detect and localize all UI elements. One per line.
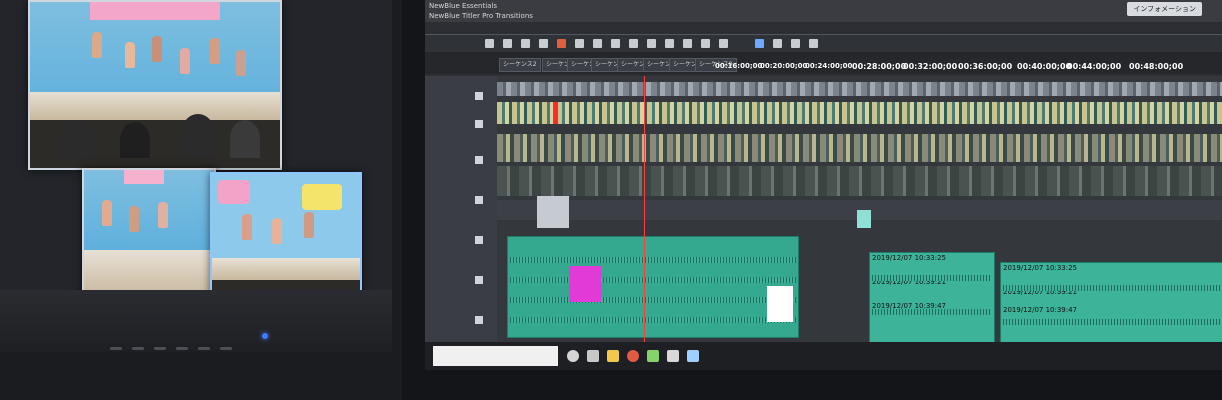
track-headers	[425, 76, 497, 342]
browser-icon[interactable]	[627, 350, 639, 362]
sync-icon[interactable]	[683, 39, 692, 48]
tab-sequence-2[interactable]: シーケンス2	[499, 58, 541, 72]
toolbar	[425, 34, 1222, 53]
redo-icon[interactable]	[593, 39, 602, 48]
video-track-4[interactable]	[497, 166, 1222, 196]
audio-clip-group-1[interactable]	[507, 236, 799, 338]
snap-icon[interactable]	[647, 39, 656, 48]
playhead[interactable]	[644, 76, 645, 342]
cut-icon[interactable]	[485, 39, 494, 48]
monitor-icon[interactable]	[755, 39, 764, 48]
selected-clip[interactable]	[569, 266, 601, 302]
power-led	[262, 333, 268, 339]
export-icon[interactable]	[809, 39, 818, 48]
track-lock-7[interactable]	[475, 316, 483, 324]
undo-icon[interactable]	[575, 39, 584, 48]
video-track-3[interactable]	[497, 134, 1222, 162]
ripple-icon[interactable]	[629, 39, 638, 48]
clip-block-gray[interactable]	[537, 196, 569, 228]
menu-bar: NewBlue Essentials NewBlue Titler Pro Tr…	[425, 0, 1222, 22]
editor-screen: NewBlue Essentials NewBlue Titler Pro Tr…	[425, 0, 1222, 370]
information-button[interactable]: インフォメーション	[1127, 2, 1202, 16]
timecode-6: 00:36:00;00	[958, 62, 1013, 71]
audio-clip-b[interactable]: 2019/12/07 10:33:25 2019/12/07 10:39:21 …	[1000, 262, 1222, 344]
start-icon[interactable]	[567, 350, 579, 362]
task-view-icon[interactable]	[587, 350, 599, 362]
selected-marker[interactable]	[553, 102, 558, 124]
preview-video-main	[28, 0, 282, 170]
timeline[interactable]: 2019/12/07 10:33:25 2019/12/07 10:39:21 …	[497, 76, 1222, 344]
audio-clip-b-label-1: 2019/12/07 10:33:25	[1003, 264, 1078, 272]
stage-banner	[90, 2, 220, 20]
app-icon[interactable]	[647, 350, 659, 362]
track-lock-3[interactable]	[475, 156, 483, 164]
track-lock-2[interactable]	[475, 120, 483, 128]
timecode-8: 00:44:00;00	[1067, 62, 1122, 71]
clip-block-teal[interactable]	[857, 210, 871, 228]
preview-video-thumb-1	[82, 168, 216, 298]
timecode-7: 00:40:00;00	[1017, 62, 1072, 71]
timecode-2: 00:20:00;00	[760, 62, 808, 70]
settings-icon[interactable]	[719, 39, 728, 48]
editor-app-icon[interactable]	[687, 350, 699, 362]
video-track-1[interactable]	[497, 82, 1222, 96]
delete-icon[interactable]	[557, 39, 566, 48]
left-monitor-buttons[interactable]	[110, 335, 260, 350]
audio-clip-a-label-1: 2019/12/07 10:33:25	[872, 254, 947, 262]
camera-icon[interactable]	[791, 39, 800, 48]
audio-clip-b-label-3: 2019/12/07 10:39:47	[1003, 306, 1078, 314]
timecode-4: 00:28:00;00	[852, 62, 907, 71]
search-input[interactable]	[433, 346, 558, 366]
group-icon[interactable]	[665, 39, 674, 48]
timecode-3: 00:24:00;00	[805, 62, 853, 70]
track-lock-4[interactable]	[475, 196, 483, 204]
track-lock-1[interactable]	[475, 92, 483, 100]
track-lock-5[interactable]	[475, 236, 483, 244]
track-lock-6[interactable]	[475, 276, 483, 284]
folder-icon[interactable]	[607, 350, 619, 362]
files-icon[interactable]	[667, 350, 679, 362]
video-track-2[interactable]	[497, 102, 1222, 124]
menu-item-1[interactable]: NewBlue Essentials	[429, 2, 497, 10]
timecode-9: 00:48:00;00	[1129, 62, 1184, 71]
paste-icon[interactable]	[521, 39, 530, 48]
audio-clip-a[interactable]: 2019/12/07 10:33:25 2019/12/07 10:39:21 …	[869, 252, 995, 344]
menu-item-2[interactable]: NewBlue Titler Pro Transitions	[429, 12, 533, 20]
layout-icon[interactable]	[773, 39, 782, 48]
timecode-1: 00:16:00;00	[715, 62, 763, 70]
timecode-5: 00:32:00;00	[903, 62, 958, 71]
chapter-icon[interactable]	[701, 39, 710, 48]
taskbar	[425, 342, 1222, 370]
marker-icon[interactable]	[611, 39, 620, 48]
copy-icon[interactable]	[503, 39, 512, 48]
white-clip[interactable]	[767, 286, 793, 322]
split-icon[interactable]	[539, 39, 548, 48]
